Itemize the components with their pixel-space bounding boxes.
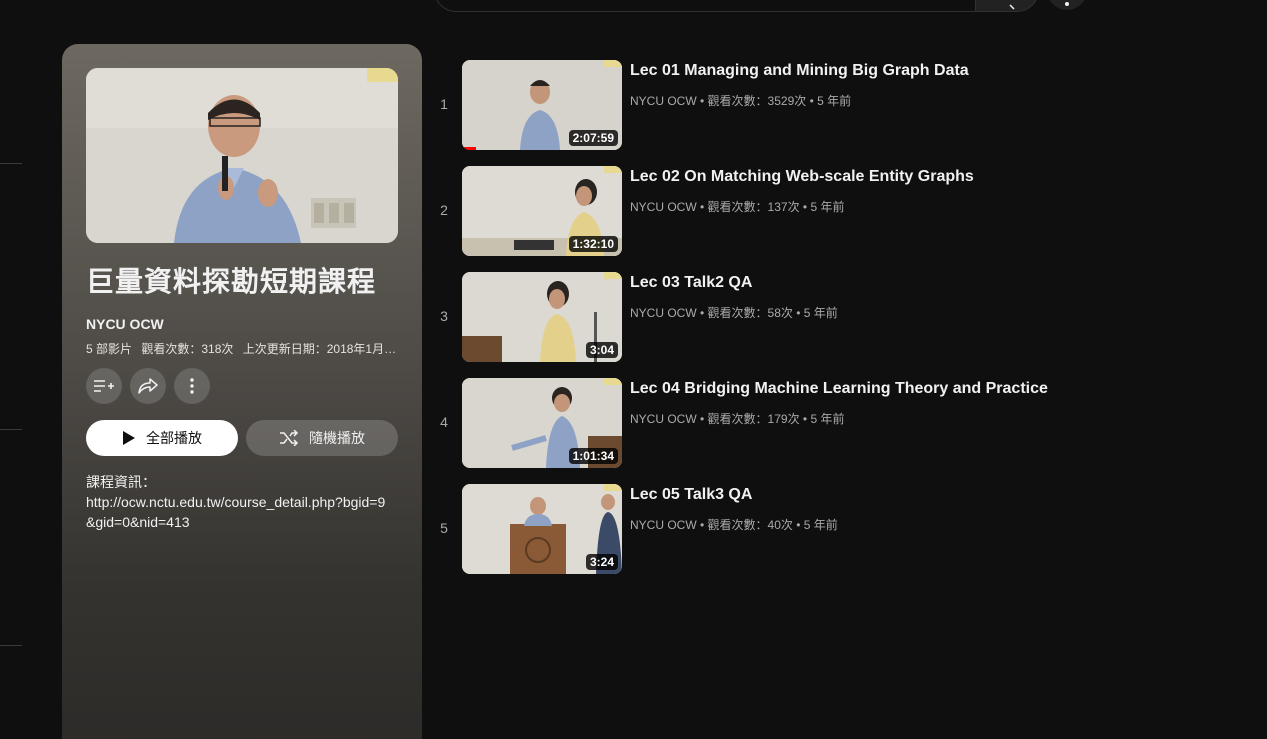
video-count: 5 部影片 [86, 342, 133, 356]
play-all-label: 全部播放 [146, 430, 202, 446]
add-to-queue-button[interactable] [86, 368, 122, 404]
channel-name[interactable]: NYCU OCW [630, 412, 697, 426]
video-meta: NYCU OCW • 觀看次數：3529次 • 5 年前 [630, 94, 852, 108]
search-icon [1009, 4, 1015, 10]
video-index: 4 [440, 414, 448, 430]
playlist-thumbnail[interactable] [86, 68, 398, 243]
share-icon [138, 378, 158, 394]
video-meta: NYCU OCW • 觀看次數：179次 • 5 年前 [630, 412, 845, 426]
video-thumbnail[interactable]: 3:24 [462, 484, 622, 574]
video-title[interactable]: Lec 03 Talk2 QA [630, 274, 752, 292]
search-button[interactable] [975, 0, 1039, 12]
shuffle-icon [280, 430, 299, 446]
video-index: 2 [440, 202, 448, 218]
voice-search-button[interactable] [1047, 0, 1087, 10]
search-input[interactable] [434, 0, 976, 12]
video-meta: NYCU OCW • 觀看次數：40次 • 5 年前 [630, 518, 838, 532]
video-meta: NYCU OCW • 觀看次數：58次 • 5 年前 [630, 306, 838, 320]
list-item[interactable]: 5 3:24 Lec 05 Talk3 QA NYCU OCW • 觀看次數：4… [432, 484, 1132, 574]
play-icon [123, 431, 135, 445]
last-updated: 上次更新日期：2018年1月1… [242, 342, 402, 356]
video-title[interactable]: Lec 01 Managing and Mining Big Graph Dat… [630, 62, 969, 80]
video-duration: 1:32:10 [568, 236, 618, 252]
list-item[interactable]: 4 1:01:34 Lec 04 Bridging Machine Learni… [432, 378, 1132, 468]
play-all-button[interactable]: 全部播放 [86, 420, 238, 456]
playlist-add-icon [94, 380, 114, 392]
description-label: 課程資訊： [86, 474, 156, 490]
video-meta: NYCU OCW • 觀看次數：137次 • 5 年前 [630, 200, 845, 214]
upload-age: 5 年前 [817, 94, 852, 108]
video-title[interactable]: Lec 02 On Matching Web-scale Entity Grap… [630, 168, 974, 186]
upload-age: 5 年前 [810, 200, 845, 214]
video-duration: 3:24 [585, 554, 618, 570]
video-thumbnail[interactable]: 1:32:10 [462, 166, 622, 256]
video-duration: 2:07:59 [568, 130, 618, 146]
playlist-title: 巨量資料探勘短期課程 [86, 265, 377, 298]
view-count: 觀看次數：40次 [707, 518, 793, 532]
shuffle-label: 隨機播放 [309, 430, 365, 446]
upload-age: 5 年前 [803, 306, 838, 320]
video-title[interactable]: Lec 05 Talk3 QA [630, 486, 752, 504]
video-index: 3 [440, 308, 448, 324]
mic-icon [1065, 2, 1069, 6]
divider [0, 429, 22, 430]
view-count: 觀看次數：179次 [707, 412, 800, 426]
divider [0, 163, 22, 164]
view-count: 觀看次數：137次 [707, 200, 800, 214]
channel-name[interactable]: NYCU OCW [630, 200, 697, 214]
upload-age: 5 年前 [810, 412, 845, 426]
video-duration: 1:01:34 [568, 448, 618, 464]
channel-name[interactable]: NYCU OCW [630, 518, 697, 532]
video-thumbnail[interactable]: 2:07:59 [462, 60, 622, 150]
channel-name[interactable]: NYCU OCW [630, 306, 697, 320]
share-button[interactable] [130, 368, 166, 404]
playlist-meta: 5 部影片 觀看次數：318次 上次更新日期：2018年1月1… [86, 340, 402, 357]
video-thumbnail[interactable]: 1:01:34 [462, 378, 622, 468]
playlist-header: 巨量資料探勘短期課程 NYCU OCW 5 部影片 觀看次數：318次 上次更新… [62, 44, 422, 739]
more-options-button[interactable] [174, 368, 210, 404]
watch-progress [462, 147, 476, 150]
divider [0, 645, 22, 646]
playlist-actions [86, 368, 210, 404]
list-item[interactable]: 1 2:07:59 Lec 01 Managing and Mining Big… [432, 60, 1132, 150]
video-title[interactable]: Lec 04 Bridging Machine Learning Theory … [630, 380, 1048, 398]
view-count: 觀看次數：58次 [707, 306, 793, 320]
video-duration: 3:04 [585, 342, 618, 358]
playlist-description: 課程資訊： http://ocw.nctu.edu.tw/course_deta… [86, 472, 386, 532]
view-count: 觀看次數：318次 [141, 342, 234, 356]
list-item[interactable]: 3 3:04 Lec 03 Talk2 QA NYCU OCW • 觀看次數：5… [432, 272, 1132, 362]
shuffle-button[interactable]: 隨機播放 [246, 420, 398, 456]
channel-name[interactable]: NYCU OCW [630, 94, 697, 108]
upload-age: 5 年前 [803, 518, 838, 532]
description-url[interactable]: http://ocw.nctu.edu.tw/course_detail.php… [86, 492, 386, 532]
video-thumbnail[interactable]: 3:04 [462, 272, 622, 362]
video-index: 5 [440, 520, 448, 536]
more-vert-icon [190, 378, 194, 394]
playlist-owner[interactable]: NYCU OCW [86, 316, 164, 332]
list-item[interactable]: 2 1:32:10 Lec 02 On Matching Web-scale E… [432, 166, 1132, 256]
view-count: 觀看次數：3529次 [707, 94, 807, 108]
video-index: 1 [440, 96, 448, 112]
